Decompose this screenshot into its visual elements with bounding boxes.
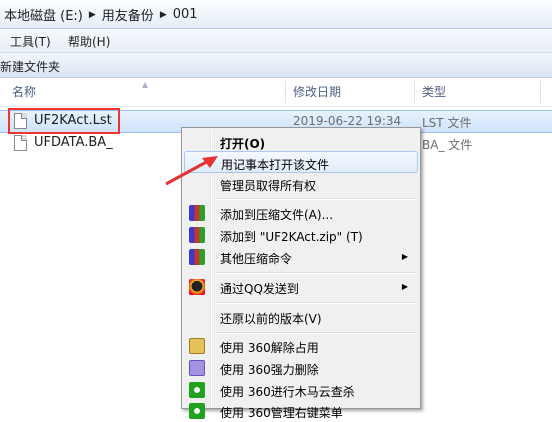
new-folder-button[interactable]: 新建文件夹 bbox=[0, 58, 60, 75]
column-header: ▲ 名称 修改日期 类型 bbox=[0, 78, 552, 107]
qq-penguin-icon bbox=[189, 279, 205, 295]
shredder-icon bbox=[189, 360, 205, 376]
submenu-arrow-icon: ▶ bbox=[401, 282, 408, 291]
menu-item-add-to-archive[interactable]: 添加到压缩文件(A)... bbox=[184, 202, 418, 224]
command-bar: 新建文件夹 bbox=[0, 53, 552, 78]
submenu-arrow-icon: ▶ bbox=[401, 252, 408, 261]
menu-item-label: 还原以前的版本(V) bbox=[220, 312, 322, 326]
file-icon bbox=[14, 135, 27, 151]
menu-item-label: 使用 360解除占用 bbox=[220, 341, 319, 355]
menu-item-label: 添加到压缩文件(A)... bbox=[220, 208, 334, 222]
file-modified: 2019-06-22 19:34 bbox=[293, 114, 402, 128]
chevron-right-icon[interactable]: ▶ bbox=[160, 10, 167, 20]
menu-separator bbox=[214, 272, 416, 274]
menu-separator bbox=[214, 302, 416, 304]
menu-item-send-via-qq[interactable]: 通过QQ发送到 ▶ bbox=[184, 276, 418, 298]
menu-item-360-manage-menu[interactable]: 使用 360管理右键菜单 bbox=[184, 400, 418, 422]
menu-item-360-force-delete[interactable]: 使用 360强力删除 bbox=[184, 357, 418, 379]
chevron-right-icon[interactable]: ▶ bbox=[89, 10, 96, 20]
menu-item-label: 管理员取得所有权 bbox=[220, 179, 317, 193]
menu-separator bbox=[214, 332, 416, 334]
column-modified[interactable]: 修改日期 bbox=[287, 78, 413, 106]
360-shield-icon bbox=[189, 382, 205, 398]
annotation-arrow-icon bbox=[165, 156, 218, 186]
menu-item-label: 用记事本打开该文件 bbox=[221, 158, 330, 172]
menu-item-360-unlock[interactable]: 使用 360解除占用 bbox=[184, 335, 418, 357]
menu-item-360-trojan-scan[interactable]: 使用 360进行木马云查杀 bbox=[184, 379, 418, 401]
breadcrumb-folder-backup[interactable]: 用友备份 bbox=[102, 5, 154, 24]
menu-help[interactable]: 帮助(H) bbox=[68, 33, 110, 50]
column-divider[interactable] bbox=[540, 81, 541, 103]
column-name[interactable]: 名称 bbox=[6, 78, 282, 106]
menu-item-add-to-zip[interactable]: 添加到 "UF2KAct.zip" (T) bbox=[184, 224, 418, 246]
highlight-box bbox=[8, 108, 120, 134]
file-type: BA_ 文件 bbox=[422, 138, 473, 152]
winrar-icon bbox=[189, 205, 205, 221]
menu-item-label: 通过QQ发送到 bbox=[220, 282, 299, 296]
file-type: LST 文件 bbox=[422, 116, 472, 130]
menu-item-label: 打开(O) bbox=[220, 137, 266, 151]
column-divider[interactable] bbox=[414, 81, 415, 103]
menu-tools[interactable]: 工具(T) bbox=[10, 33, 51, 50]
menu-item-other-compress[interactable]: 其他压缩命令 ▶ bbox=[184, 246, 418, 268]
breadcrumb-folder-001[interactable]: 001 bbox=[173, 7, 198, 22]
address-bar[interactable]: 本地磁盘 (E:) ▶ 用友备份 ▶ 001 bbox=[0, 0, 552, 29]
column-type[interactable]: 类型 bbox=[416, 78, 542, 106]
360-shield-icon bbox=[189, 403, 205, 419]
menu-separator bbox=[214, 198, 416, 200]
menu-item-label: 添加到 "UF2KAct.zip" (T) bbox=[220, 230, 363, 244]
menu-item-label: 使用 360管理右键菜单 bbox=[220, 406, 343, 420]
menu-item-label: 使用 360进行木马云查杀 bbox=[220, 385, 355, 399]
menu-item-restore-previous[interactable]: 还原以前的版本(V) bbox=[184, 306, 418, 328]
winrar-icon bbox=[189, 227, 205, 243]
menu-bar: 工具(T) 帮助(H) bbox=[0, 29, 552, 53]
menu-item-label: 使用 360强力删除 bbox=[220, 363, 319, 377]
breadcrumb-drive[interactable]: 本地磁盘 (E:) bbox=[4, 5, 83, 24]
folder-lock-icon bbox=[189, 338, 205, 354]
breadcrumb: 本地磁盘 (E:) ▶ 用友备份 ▶ 001 bbox=[4, 5, 198, 24]
menu-item-label: 其他压缩命令 bbox=[220, 252, 293, 266]
column-divider[interactable] bbox=[285, 81, 286, 103]
winrar-icon bbox=[189, 249, 205, 265]
file-name[interactable]: UFDATA.BA_ bbox=[34, 135, 113, 150]
